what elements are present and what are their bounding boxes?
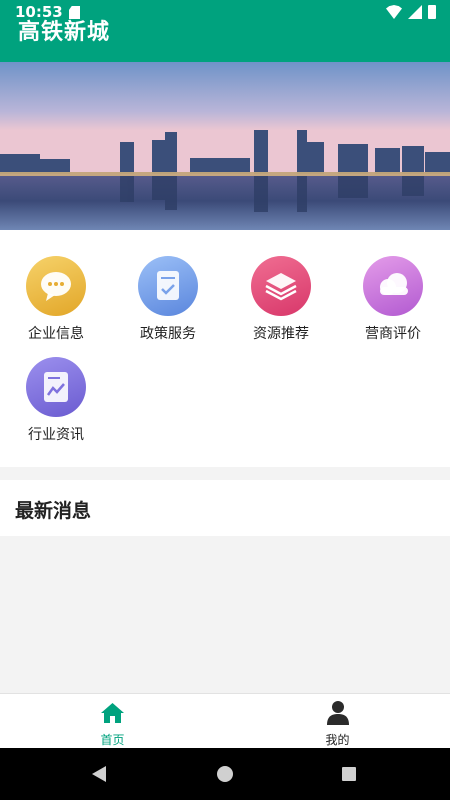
person-icon <box>327 701 349 725</box>
latest-news-section: 最新消息 <box>0 480 450 536</box>
feature-industry-news[interactable]: 行业资讯 <box>0 357 112 444</box>
wifi-icon <box>386 5 402 19</box>
tab-home[interactable]: 首页 <box>0 694 225 749</box>
bottom-navigation: 首页 我的 <box>0 693 450 748</box>
home-circle-icon[interactable] <box>217 766 233 782</box>
layers-icon <box>251 256 311 316</box>
feature-label: 资源推荐 <box>253 326 309 342</box>
system-navigation-bar <box>0 748 450 800</box>
chart-document-icon <box>26 357 86 417</box>
tab-me[interactable]: 我的 <box>225 694 450 749</box>
feature-label: 营商评价 <box>365 326 421 342</box>
city-banner-image[interactable] <box>0 62 450 230</box>
latest-news-title: 最新消息 <box>15 500 92 522</box>
back-icon[interactable] <box>92 766 106 782</box>
signal-icon <box>408 5 422 19</box>
recent-apps-icon[interactable] <box>342 767 356 781</box>
cloud-icon <box>363 256 423 316</box>
home-icon <box>101 703 124 723</box>
app-title: 高铁新城 <box>18 20 111 45</box>
feature-enterprise-info[interactable]: 企业信息 <box>0 256 112 343</box>
status-icons <box>386 5 436 19</box>
feature-label: 企业信息 <box>28 326 84 342</box>
feature-label: 政策服务 <box>140 326 196 342</box>
chat-bubble-icon <box>26 256 86 316</box>
feature-business-evaluation[interactable]: 营商评价 <box>337 256 449 343</box>
feature-resource-recommend[interactable]: 资源推荐 <box>225 256 337 343</box>
feature-grid: 企业信息 政策服务 资源推荐 营商评价 行业资讯 <box>0 230 450 467</box>
feature-policy-service[interactable]: 政策服务 <box>112 256 224 343</box>
feature-label: 行业资讯 <box>28 427 84 443</box>
tab-me-label: 我的 <box>325 733 350 747</box>
document-check-icon <box>138 256 198 316</box>
app-screen: 10:53 高铁新城 企业信息 政策服务 资源推荐 营商评价 行业资讯 最新消息… <box>0 0 450 800</box>
city-skyline-illustration <box>0 62 450 230</box>
battery-icon <box>428 5 436 19</box>
app-bar: 高铁新城 <box>0 20 450 62</box>
tab-home-label: 首页 <box>100 733 125 747</box>
